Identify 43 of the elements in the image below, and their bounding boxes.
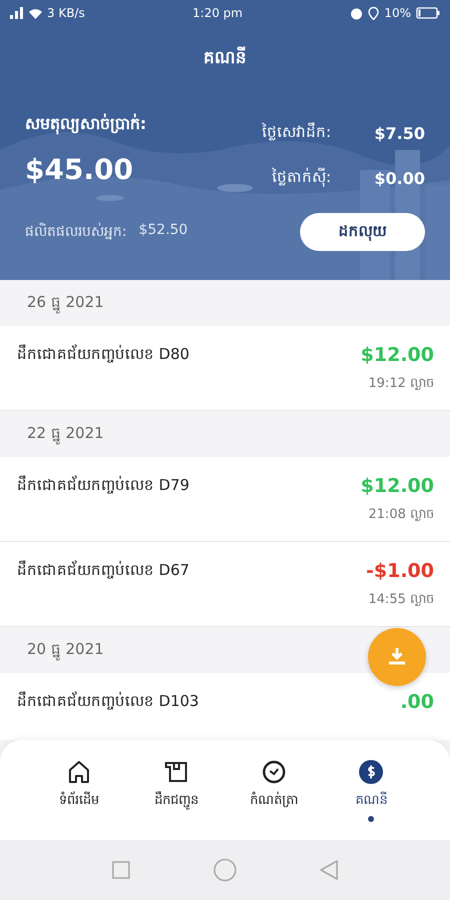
products-label: ផលិតផលរបស់អ្នក: (25, 222, 127, 242)
transaction-title: ដឹកជោគជ័យកញ្ចប់លេខ D80 (17, 344, 190, 365)
transaction-title: ដឹកជោគជ័យកញ្ចប់លេខ D79 (17, 475, 190, 496)
transaction-title: ដឹកជោគជ័យកញ្ចប់លេខ D67 (17, 560, 190, 581)
transaction-time: 21:08 ល្ងាច (368, 506, 434, 524)
back-icon[interactable] (319, 859, 339, 881)
nav-tab[interactable]: ទំព័រដើម (38, 758, 119, 822)
transaction-amount: $12.00 (360, 475, 434, 497)
home-button-icon[interactable] (213, 858, 237, 882)
transaction-row[interactable]: ដឹកជោគជ័យកញ្ចប់លេខ D80 $12.00 19:12 ល្ងាច (0, 326, 450, 411)
date-header: 22 ធ្នូ 2021 (27, 423, 104, 445)
balance-amount: $45.00 (25, 153, 134, 188)
date-header: 26 ធ្នូ 2021 (27, 292, 104, 314)
transaction-row[interactable]: ដឹកជោគជ័យកញ្ចប់លេខ D79 $12.00 21:08 ល្ងាច (0, 457, 450, 542)
dollar-icon (358, 758, 384, 784)
location-icon (368, 6, 380, 20)
fee-label: ថ្លៃសេវាដឹក: (262, 122, 332, 143)
date-header: 20 ធ្នូ 2021 (27, 639, 104, 661)
transaction-time: 19:12 ល្ងាច (368, 375, 434, 393)
nav-tab[interactable]: កំណត់ត្រា (234, 758, 314, 822)
network-speed: 3 KB/s (47, 6, 85, 20)
transaction-row[interactable]: ដឹកជោគជ័យកញ្ចប់លេខ D67 -$1.00 14:55 ល្ងាច (0, 542, 450, 627)
nav-tab[interactable]: ដឹកជញ្ជូន (136, 758, 216, 822)
page-title: គណនី (204, 46, 246, 70)
fee-value: $0.00 (373, 168, 425, 188)
transaction-time: 14:55 ល្ងាច (368, 591, 434, 609)
transaction-amount: $12.00 (360, 344, 434, 366)
transaction-amount: .00 (400, 691, 434, 713)
recents-icon[interactable] (111, 860, 131, 880)
transaction-row[interactable]: ដឹកជោគជ័យកញ្ចប់លេខ D103 .00 (0, 673, 450, 740)
withdraw-button[interactable]: ដកលុយ (300, 213, 425, 251)
clock-time: 1:20 pm (192, 6, 243, 20)
fee-label: ថ្លៃតាក់ស៊ី: (270, 167, 332, 189)
transaction-amount: -$1.00 (366, 560, 434, 582)
fee-value: $7.50 (373, 124, 425, 142)
signal-icon (10, 7, 24, 19)
nav-tab[interactable]: គណនី (331, 758, 412, 822)
balance-label: សមតុល្យសាច់ប្រាក់: (25, 113, 148, 136)
transaction-title: ដឹកជោគជ័យកញ្ចប់លេខ D103 (17, 691, 199, 712)
battery-icon (416, 7, 440, 19)
battery-percent: 10% (384, 6, 411, 20)
products-value: $52.50 (138, 222, 188, 240)
wifi-icon (29, 8, 42, 18)
